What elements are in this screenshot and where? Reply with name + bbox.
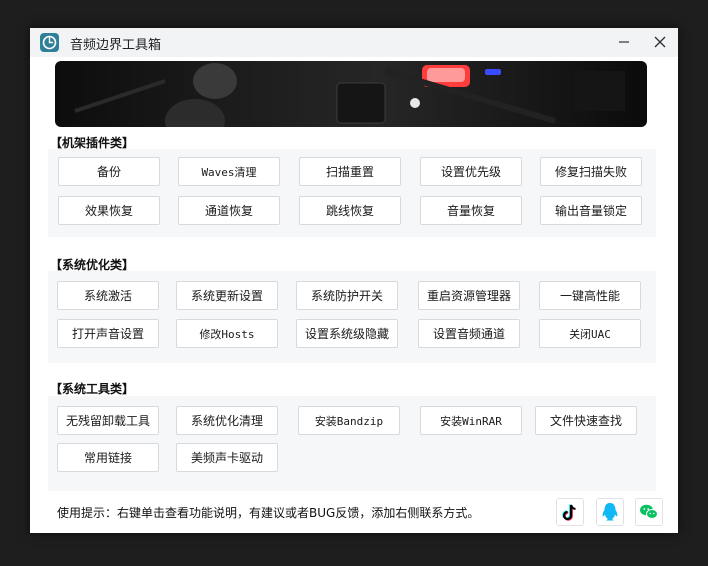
tiktok-button[interactable]: [556, 498, 584, 526]
section-title-system-tools: 【系统工具类】: [50, 382, 135, 396]
minimize-icon: [618, 33, 630, 52]
sound-card-driver-button[interactable]: 美频声卡驱动: [176, 443, 278, 472]
window-title: 音频边界工具箱: [70, 38, 162, 53]
title-bar: 音频边界工具箱: [30, 28, 678, 57]
system-activate-button[interactable]: 系统激活: [57, 281, 159, 310]
banner-image: [55, 61, 647, 127]
app-window: 音频边界工具箱 【机架插件类】 备份 Waves清理 扫描重置 设置优先级 修复…: [30, 28, 678, 533]
close-icon: [654, 33, 666, 52]
output-volume-lock-button[interactable]: 输出音量锁定: [540, 196, 642, 225]
usage-hint: 使用提示：右键单击查看功能说明，有建议或者BUG反馈，添加右侧联系方式。: [57, 506, 480, 520]
high-performance-button[interactable]: 一键高性能: [539, 281, 641, 310]
audio-channel-button[interactable]: 设置音频通道: [418, 319, 520, 348]
set-priority-button[interactable]: 设置优先级: [420, 157, 522, 186]
jumper-restore-button[interactable]: 跳线恢复: [299, 196, 401, 225]
app-logo-icon: [40, 33, 59, 52]
system-update-settings-button[interactable]: 系统更新设置: [176, 281, 278, 310]
restart-explorer-button[interactable]: 重启资源管理器: [418, 281, 520, 310]
wechat-button[interactable]: [635, 498, 663, 526]
system-tools-panel: 无残留卸载工具 系统优化清理 安装Bandzip 安装WinRAR 文件快速查找…: [48, 396, 656, 491]
common-links-button[interactable]: 常用链接: [57, 443, 159, 472]
rack-panel: 备份 Waves清理 扫描重置 设置优先级 修复扫描失败 效果恢复 通道恢复 跳…: [48, 149, 656, 237]
install-winrar-button[interactable]: 安装WinRAR: [420, 406, 522, 435]
close-button[interactable]: [640, 28, 678, 57]
minimize-button[interactable]: [604, 28, 644, 57]
effect-restore-button[interactable]: 效果恢复: [58, 196, 160, 225]
open-sound-settings-button[interactable]: 打开声音设置: [57, 319, 159, 348]
install-bandzip-button[interactable]: 安装Bandzip: [298, 406, 400, 435]
modify-hosts-button[interactable]: 修改Hosts: [176, 319, 278, 348]
system-opt-panel: 系统激活 系统更新设置 系统防护开关 重启资源管理器 一键高性能 打开声音设置 …: [48, 271, 656, 363]
backup-button[interactable]: 备份: [58, 157, 160, 186]
uninstall-tool-button[interactable]: 无残留卸载工具: [57, 406, 159, 435]
waves-clean-button[interactable]: Waves清理: [178, 157, 280, 186]
scan-reset-button[interactable]: 扫描重置: [299, 157, 401, 186]
file-search-button[interactable]: 文件快速查找: [535, 406, 637, 435]
system-hide-button[interactable]: 设置系统级隐藏: [296, 319, 398, 348]
system-protection-toggle-button[interactable]: 系统防护开关: [296, 281, 398, 310]
channel-restore-button[interactable]: 通道恢复: [178, 196, 280, 225]
system-cleanup-button[interactable]: 系统优化清理: [176, 406, 278, 435]
qq-icon: [597, 503, 623, 529]
wechat-icon: [636, 504, 662, 529]
volume-restore-button[interactable]: 音量恢复: [420, 196, 522, 225]
fix-scan-failure-button[interactable]: 修复扫描失败: [540, 157, 642, 186]
tiktok-icon: [557, 504, 583, 529]
qq-button[interactable]: [596, 498, 624, 526]
disable-uac-button[interactable]: 关闭UAC: [539, 319, 641, 348]
